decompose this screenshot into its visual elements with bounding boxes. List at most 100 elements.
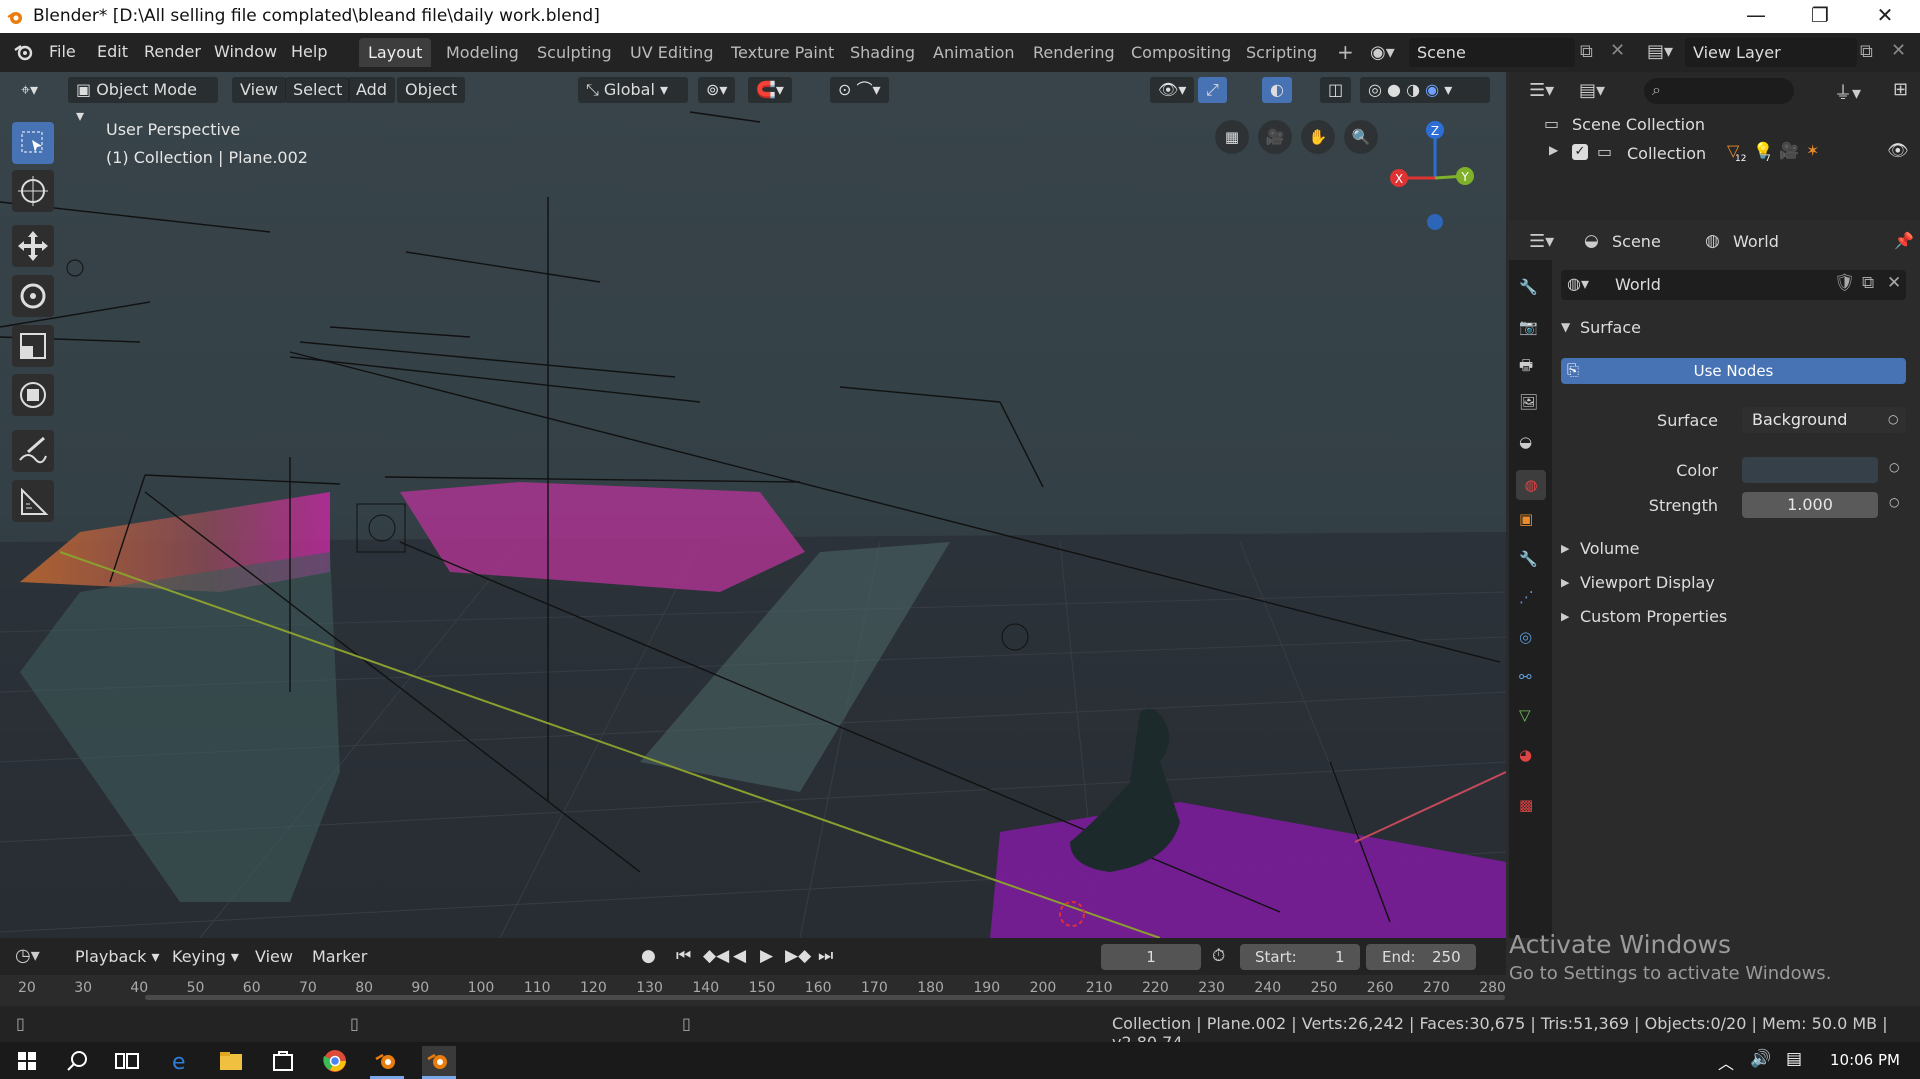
strength-slider[interactable]: 1.000 [1742,492,1878,518]
color-link-icon[interactable]: ○ [1889,460,1899,474]
outliner-editor-icon[interactable]: ☰▾ [1529,80,1554,101]
axis-gizmo[interactable]: Z X Y [1385,118,1485,238]
menu-select[interactable]: Select [285,77,351,103]
strength-link-icon[interactable]: ○ [1889,495,1899,509]
tab-animation[interactable]: Animation [924,38,1024,67]
annotate-tool[interactable] [12,430,54,472]
custom-properties-section[interactable]: Custom Properties [1580,607,1727,626]
snap-icon[interactable]: 🧲▾ [748,77,792,103]
end-frame-field[interactable]: End: 250 [1366,944,1476,970]
view-layer-icon[interactable]: ▤▾ [1647,41,1673,62]
rotate-tool[interactable] [12,275,54,317]
material-tab-icon[interactable]: ◕ [1519,746,1543,770]
editor-type-icon[interactable]: ⌖▾ [13,77,46,103]
tab-modeling[interactable]: Modeling [437,38,528,67]
render-tab-icon[interactable]: 📷 [1519,318,1543,342]
cursor-tool[interactable] [12,170,54,212]
store-icon[interactable] [266,1046,300,1076]
notifications-icon[interactable]: ▤ [1786,1049,1802,1069]
pivot-point-icon[interactable]: ⊚▾ [698,77,736,103]
blender-active-window-icon[interactable] [422,1046,456,1076]
tab-compositing[interactable]: Compositing [1122,38,1240,67]
proportional-edit-icon[interactable]: ⊙ ⌒▾ [830,77,889,103]
zoom-icon[interactable]: 🔍 [1344,120,1378,154]
physics-tab-icon[interactable]: ◎ [1519,628,1543,652]
display-mode-icon[interactable]: ▤▾ [1579,80,1605,101]
restore-icon[interactable]: ❐ [1790,0,1850,33]
move-tool[interactable] [12,225,54,267]
select-box-tool[interactable] [12,122,54,164]
properties-editor-icon[interactable]: ☰▾ [1529,231,1554,252]
new-view-layer-icon[interactable]: ⧉ [1860,41,1873,62]
volume-icon[interactable]: 🔊 [1750,1049,1771,1069]
volume-expand-icon[interactable]: ▶ [1561,542,1569,555]
measure-tool[interactable] [12,480,54,522]
menu-timeline-view[interactable]: View [255,947,293,966]
new-scene-icon[interactable]: ⧉ [1580,41,1593,62]
tab-scripting[interactable]: Scripting [1237,38,1326,67]
view-layer-field[interactable]: View Layer [1685,38,1857,67]
3d-viewport[interactable] [0,72,1506,938]
world-color-swatch[interactable] [1742,457,1878,483]
record-icon[interactable]: ● [641,946,656,966]
windows-start-icon[interactable] [10,1046,44,1076]
shading-mode-buttons[interactable]: ◎ ● ◑ ◉ ▾ [1360,77,1490,103]
current-frame-field[interactable]: 1 [1101,944,1201,970]
collection-checkbox[interactable]: ✓ [1572,144,1588,160]
blender-taskbar-icon[interactable] [370,1046,404,1076]
scene-selector-icon[interactable]: ◉▾ [1370,42,1395,63]
data-tab-icon[interactable]: ▽ [1519,706,1543,730]
transform-orientation-dropdown[interactable]: ⤡ Global ▾ [578,77,688,103]
fake-user-icon[interactable]: 🛡 [1834,273,1856,293]
menu-add[interactable]: Add [348,77,395,103]
start-frame-field[interactable]: Start: 1 [1240,944,1360,970]
blender-menu-icon[interactable] [13,42,35,62]
jump-end-icon[interactable]: ⏭ [818,946,833,966]
outliner-search-input[interactable]: ⌕ [1644,78,1794,104]
search-icon[interactable] [60,1046,94,1076]
output-tab-icon[interactable]: 🖶 [1519,355,1543,379]
tab-sculpting[interactable]: Sculpting [528,38,621,67]
tool-tab-icon[interactable]: 🔧 [1519,278,1543,302]
scene-name-field[interactable]: Scene [1409,38,1575,67]
world-datablock-field[interactable]: ◍▾ World 🛡 ⧉ ✕ [1561,270,1906,300]
tab-uv-editing[interactable]: UV Editing [621,38,722,67]
surface-expand-icon[interactable]: ▼ [1561,320,1570,334]
custom-properties-expand-icon[interactable]: ▶ [1561,610,1569,623]
scene-tab-icon[interactable]: ◒ [1519,433,1543,457]
particles-tab-icon[interactable]: ⋰ [1519,588,1543,612]
overlay-toggle-icon[interactable]: ◐ [1262,77,1292,103]
world-browse-icon[interactable]: ◍▾ [1567,274,1589,293]
world-name[interactable]: World [1615,275,1661,294]
modifier-tab-icon[interactable]: 🔧 [1519,550,1543,574]
volume-section[interactable]: Volume [1580,539,1640,558]
menu-render[interactable]: Render [144,42,201,61]
camera-view-icon[interactable]: 🎥 [1258,120,1292,154]
tab-texture-paint[interactable]: Texture Paint [722,38,843,67]
menu-playback[interactable]: Playback ▾ [75,947,160,966]
tray-chevron-icon[interactable]: ︿ [1718,1050,1734,1074]
menu-keying[interactable]: Keying ▾ [172,947,239,966]
play-icon[interactable]: ▶ [760,946,773,966]
prev-keyframe-icon[interactable]: ◆◀ [703,946,729,966]
view-layer-tab-icon[interactable]: 🖼 [1519,393,1543,417]
menu-marker[interactable]: Marker [312,947,367,966]
breadcrumb-world[interactable]: World [1733,232,1779,251]
next-keyframe-icon[interactable]: ▶◆ [785,946,811,966]
collection-label[interactable]: Collection [1627,144,1706,163]
visibility-icon[interactable]: 👁▾ [1150,77,1195,103]
scale-tool[interactable] [12,325,54,367]
delete-scene-icon[interactable]: ✕ [1610,40,1625,61]
timeline-scrollbar[interactable] [145,995,1505,1000]
edge-browser-icon[interactable]: e [162,1046,196,1076]
mode-selector[interactable]: ▣ Object Mode ▾ [68,77,218,125]
jump-start-icon[interactable]: ⏮ [676,946,691,966]
gizmo-toggle-icon[interactable]: ⤢ [1198,77,1227,103]
timeline-editor-icon[interactable]: ◷▾ [15,945,40,966]
menu-view[interactable]: View [232,77,286,103]
tab-layout[interactable]: Layout [359,38,432,67]
surface-shader-dropdown[interactable]: Background ○ [1742,407,1906,433]
scene-collection-label[interactable]: Scene Collection [1572,115,1705,134]
unlink-world-icon[interactable]: ✕ [1887,273,1901,293]
add-workspace-icon[interactable]: + [1328,38,1363,67]
